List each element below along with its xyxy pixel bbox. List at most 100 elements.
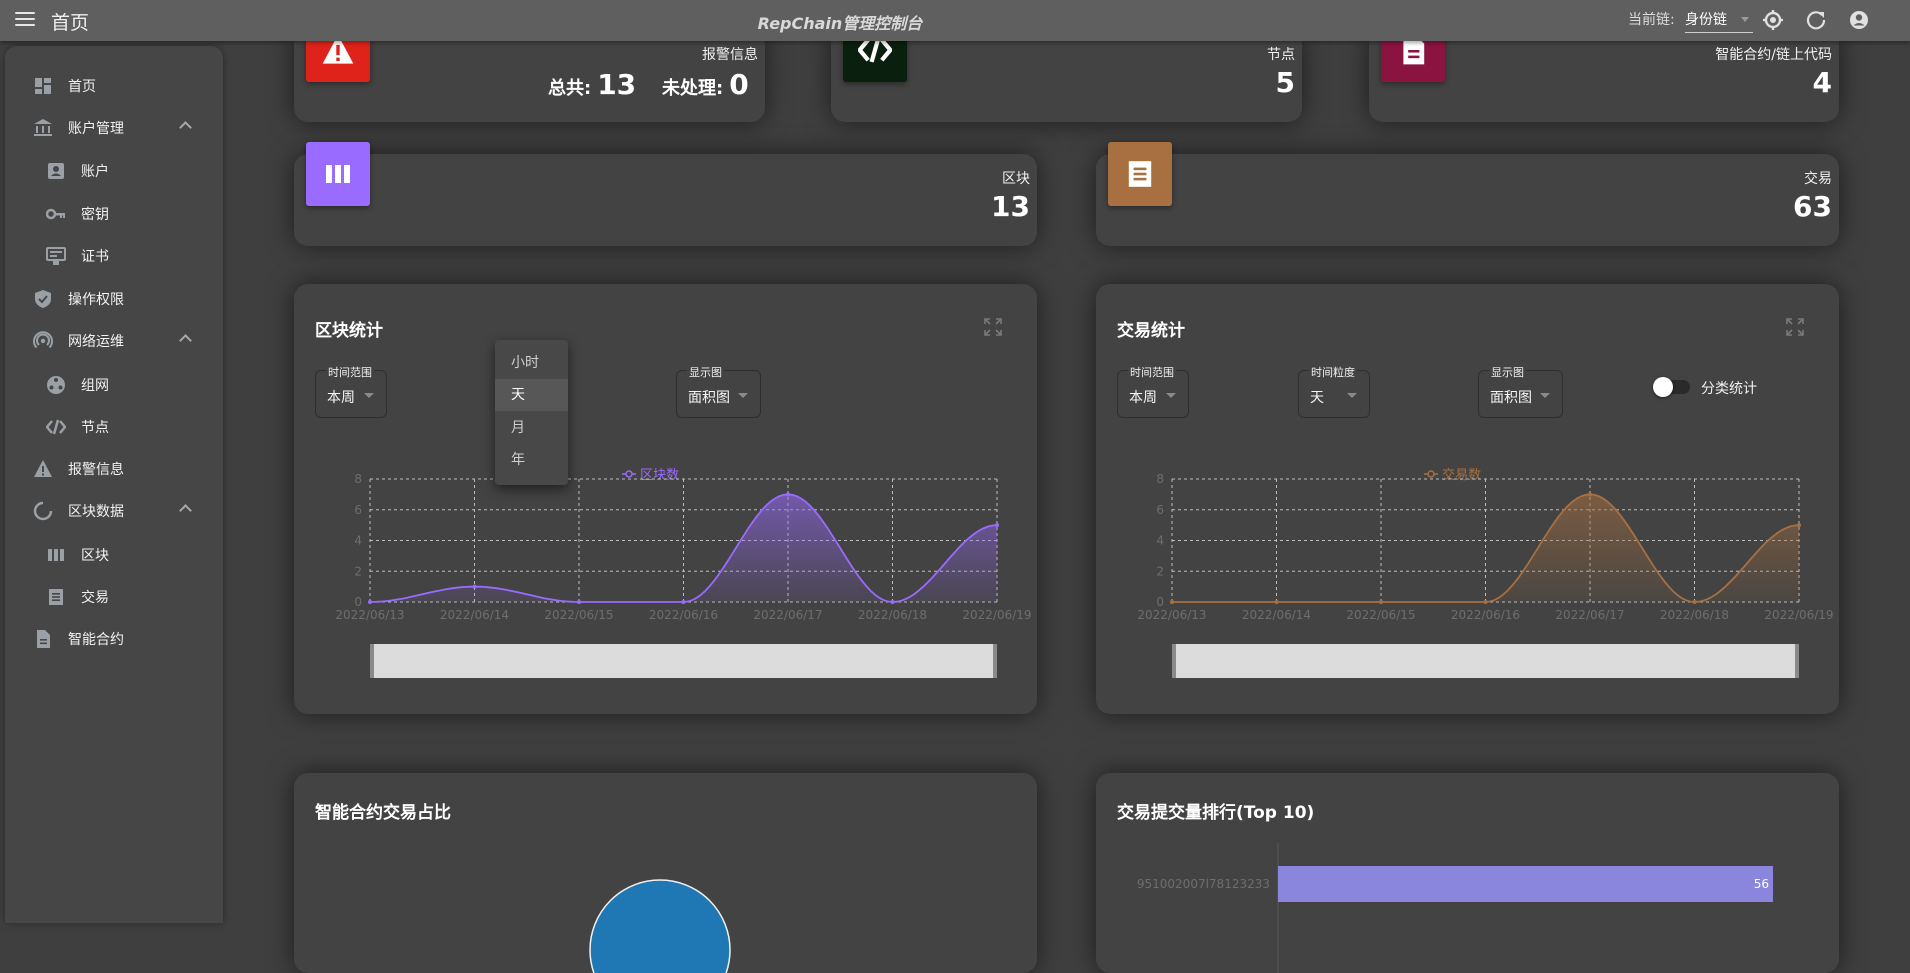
- data-point[interactable]: [995, 523, 999, 528]
- alerts-label: 报警信息: [702, 47, 758, 63]
- bar[interactable]: [1278, 866, 1773, 902]
- select-caption: 时间范围: [326, 364, 374, 380]
- dropdown-option-month[interactable]: 月: [495, 412, 568, 444]
- data-point[interactable]: [1797, 523, 1801, 528]
- code-icon: [46, 419, 66, 435]
- data-point[interactable]: [577, 600, 581, 604]
- dashboard-icon: [35, 78, 51, 94]
- block-stats-panel: 区块统计 时间范围 本周 显示图 面积图 区块数 0 2 4 6 8 2022/06/13…: [294, 284, 1037, 714]
- loading-circle-icon: [33, 501, 53, 521]
- fullscreen-icon[interactable]: [1786, 318, 1804, 336]
- sidebar-item-alerts[interactable]: 报警信息: [5, 452, 223, 486]
- contracts-stat-card[interactable]: 智能合约/链上代码 4: [1369, 18, 1839, 122]
- tx-display-select[interactable]: 显示图 面积图: [1478, 364, 1563, 418]
- dropdown-option-hour[interactable]: 小时: [495, 347, 568, 379]
- data-point[interactable]: [890, 600, 895, 604]
- bank-icon: [34, 119, 52, 136]
- x-tick-label: 2022/06/17: [753, 608, 822, 622]
- y-tick-label: 8: [1156, 474, 1164, 486]
- nodes-label: 节点: [1267, 47, 1295, 63]
- bar-value-label: 56: [1754, 877, 1769, 891]
- sidebar-item-smart-contracts[interactable]: 智能合约: [5, 622, 223, 656]
- blocks-stat-card[interactable]: 区块 13: [294, 142, 1037, 246]
- account-box-icon: [48, 163, 64, 179]
- sidebar-item-account[interactable]: 账户: [5, 154, 223, 188]
- sidebar-item-account-management[interactable]: 账户管理: [5, 111, 223, 145]
- chain-select[interactable]: 身份链: [1685, 7, 1753, 33]
- certificate-icon: [46, 247, 66, 265]
- data-point[interactable]: [681, 600, 686, 604]
- granularity-dropdown-menu: 小时 天 月 年: [495, 340, 568, 485]
- contract-share-panel: 智能合约交易占比: [294, 773, 1037, 973]
- refresh-icon[interactable]: [1804, 8, 1828, 32]
- sidebar-item-networking[interactable]: 组网: [5, 368, 223, 402]
- select-value: 本周: [327, 390, 355, 406]
- data-point[interactable]: [1379, 600, 1383, 604]
- tx-time-range-select[interactable]: 时间范围 本周: [1117, 364, 1189, 418]
- dropdown-option-day[interactable]: 天: [495, 379, 568, 411]
- fullscreen-icon[interactable]: [984, 318, 1002, 336]
- x-tick-label: 2022/06/13: [1137, 608, 1206, 622]
- network-icon: [47, 376, 65, 394]
- chart-zoom-slider[interactable]: [370, 644, 997, 678]
- receipt-icon: [1128, 161, 1152, 187]
- data-point[interactable]: [472, 584, 477, 589]
- sidebar-item-blocks[interactable]: 区块: [5, 538, 223, 572]
- tx-ranking-bar-chart: 951002007l78123233 56: [1137, 843, 1773, 973]
- data-point[interactable]: [786, 492, 790, 497]
- select-caption: 时间范围: [1128, 364, 1176, 380]
- y-tick-label: 8: [354, 474, 362, 486]
- sidebar-item-keys[interactable]: 密钥: [5, 197, 223, 231]
- sidebar-item-transactions[interactable]: 交易: [5, 580, 223, 614]
- data-point[interactable]: [1483, 600, 1488, 604]
- chevron-down-icon: [1741, 17, 1749, 22]
- nodes-stat-card[interactable]: 节点 5: [831, 18, 1302, 122]
- sidebar-item-label: 证书: [81, 249, 109, 265]
- block-stats-title: 区块统计: [315, 321, 383, 341]
- select-value: 面积图: [1490, 390, 1532, 406]
- transactions-label: 交易: [1804, 171, 1832, 187]
- data-point[interactable]: [1274, 600, 1279, 604]
- y-tick-label: 0: [354, 595, 362, 609]
- pie-slice[interactable]: [589, 879, 731, 973]
- x-tick-label: 2022/06/17: [1555, 608, 1624, 622]
- contract-pie-chart: [589, 879, 731, 973]
- data-point[interactable]: [1170, 600, 1174, 604]
- chart-zoom-slider[interactable]: [1172, 644, 1799, 678]
- data-point[interactable]: [368, 600, 372, 604]
- chevron-down-icon: [738, 393, 748, 398]
- category-stats-toggle[interactable]: [1653, 377, 1690, 397]
- account-circle-icon[interactable]: [1847, 8, 1871, 32]
- chevron-down-icon: [364, 393, 374, 398]
- dropdown-option-year[interactable]: 年: [495, 444, 568, 476]
- contracts-value: 4: [1812, 66, 1832, 99]
- sidebar-item-network-ops[interactable]: 网络运维: [5, 324, 223, 358]
- sidebar: 首页 账户管理 账户 密钥 证书 操作权限 网络运维 组网 节点 报警信息 区块: [5, 46, 223, 923]
- sidebar-item-block-data[interactable]: 区块数据: [5, 494, 223, 528]
- category-stats-label: 分类统计: [1701, 381, 1757, 397]
- sidebar-item-certificates[interactable]: 证书: [5, 239, 223, 273]
- transactions-stat-card[interactable]: 交易 63: [1096, 142, 1839, 246]
- tx-granularity-select[interactable]: 时间粒度 天: [1298, 364, 1370, 418]
- transactions-tile: [1108, 142, 1172, 206]
- sidebar-item-label: 区块: [81, 548, 109, 564]
- data-point[interactable]: [1588, 492, 1592, 497]
- sidebar-item-permissions[interactable]: 操作权限: [5, 282, 223, 316]
- nodes-value: 5: [1275, 66, 1295, 99]
- sidebar-item-label: 交易: [81, 590, 109, 606]
- theme-settings-icon[interactable]: [1761, 8, 1785, 32]
- tx-stats-title: 交易统计: [1117, 321, 1185, 341]
- select-value: 面积图: [688, 390, 730, 406]
- y-tick-label: 2: [354, 564, 362, 578]
- document-icon: [37, 630, 50, 648]
- alerts-total-label: 总共:: [548, 78, 592, 99]
- alert-icon: [34, 460, 52, 477]
- block-time-range-select[interactable]: 时间范围 本周: [315, 364, 387, 418]
- data-point[interactable]: [1692, 600, 1697, 604]
- sidebar-item-home[interactable]: 首页: [5, 69, 223, 103]
- y-tick-label: 0: [1156, 595, 1164, 609]
- alerts-stat-card[interactable]: 报警信息 总共: 13 未处理: 0: [294, 18, 765, 122]
- sidebar-item-nodes[interactable]: 节点: [5, 410, 223, 444]
- chain-label: 当前链:: [1628, 12, 1675, 28]
- block-display-select[interactable]: 显示图 面积图: [676, 364, 761, 418]
